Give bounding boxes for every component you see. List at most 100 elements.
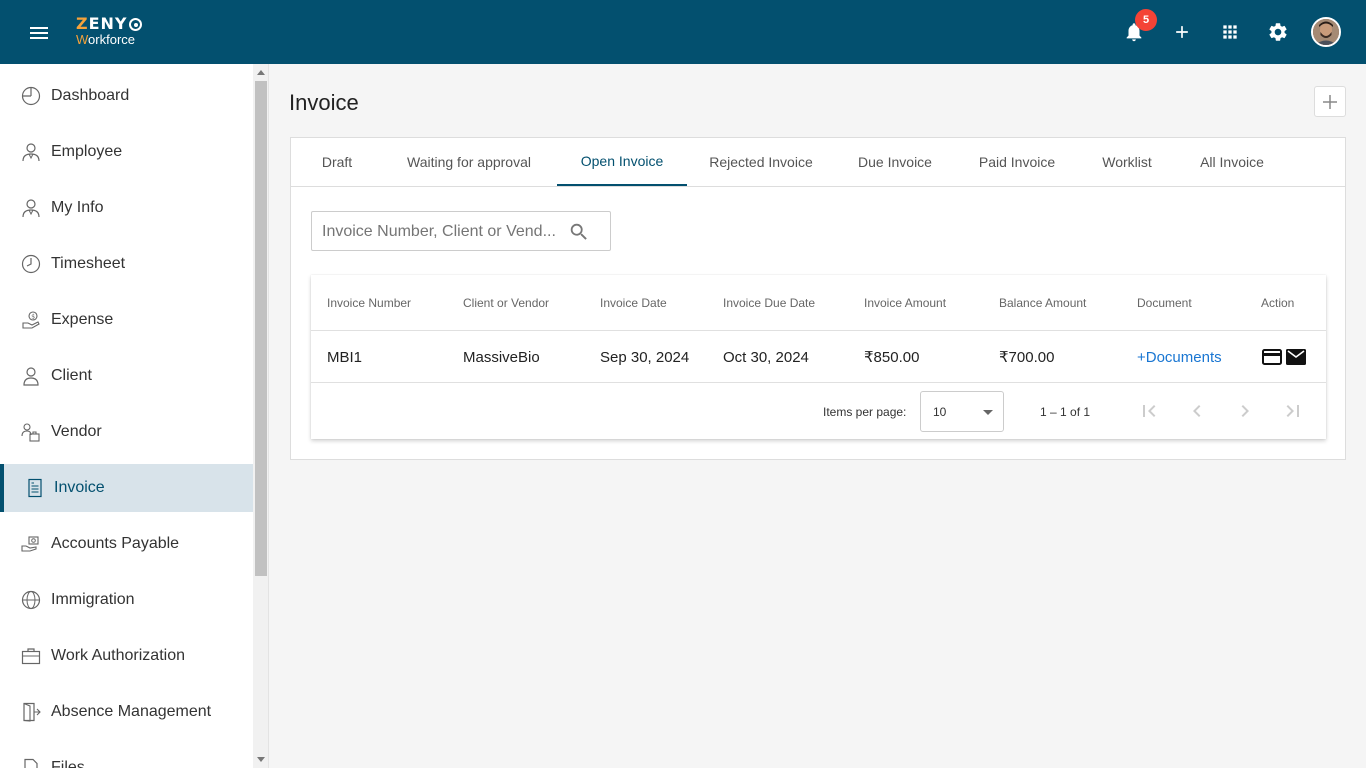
last-page-icon[interactable] (1281, 399, 1305, 423)
expense-icon: $ (22, 311, 40, 329)
table-row[interactable]: MBI1 MassiveBio Sep 30, 2024 Oct 30, 202… (311, 331, 1326, 383)
tab-worklist[interactable]: Worklist (1095, 138, 1159, 186)
sidebar-item-label: Employee (51, 143, 123, 160)
my-info-icon (22, 199, 40, 218)
sidebar-nav: Dashboard Employee My Info Timesheet $ E… (0, 64, 253, 768)
sidebar-item-label: Work Authorization (51, 647, 185, 664)
briefcase-icon (21, 648, 41, 665)
sidebar-item-client[interactable]: Client (0, 352, 253, 400)
sidebar-item-immigration[interactable]: Immigration (0, 576, 253, 624)
cell-invoice-date: Sep 30, 2024 (600, 348, 690, 366)
svg-text:$: $ (31, 314, 35, 321)
col-invoice-due-date[interactable]: Invoice Due Date (723, 275, 815, 331)
page-title: Invoice (289, 90, 359, 115)
top-app-bar: Z ENY Workforce 5 (0, 0, 1366, 64)
cell-client: MassiveBio (463, 348, 540, 366)
person-icon (23, 367, 39, 386)
first-page-icon[interactable] (1137, 399, 1161, 423)
tab-waiting-for-approval[interactable]: Waiting for approval (397, 138, 541, 186)
sidebar-item-vendor[interactable]: Vendor (0, 408, 253, 456)
sidebar-item-work-authorization[interactable]: Work Authorization (0, 632, 253, 680)
sidebar-item-label: Dashboard (51, 87, 130, 104)
search-icon[interactable] (568, 221, 590, 243)
sidebar-item-files[interactable]: Files (0, 744, 253, 768)
logo[interactable]: Z ENY Workforce (76, 16, 142, 46)
sidebar-item-my-info[interactable]: My Info (0, 184, 253, 232)
invoice-tabs: Draft Waiting for approval Open Invoice … (291, 138, 1345, 187)
sidebar-item-label: Files (51, 759, 85, 768)
dropdown-arrow-icon (983, 410, 993, 415)
search-box (311, 211, 611, 251)
tab-open-invoice[interactable]: Open Invoice (557, 138, 687, 186)
table-header-row: Invoice Number Client or Vendor Invoice … (311, 275, 1326, 331)
col-balance-amount[interactable]: Balance Amount (999, 275, 1086, 331)
tab-rejected-invoice[interactable]: Rejected Invoice (703, 138, 819, 186)
sidebar-item-label: Immigration (51, 591, 135, 608)
sidebar-scroll-thumb[interactable] (255, 81, 267, 576)
documents-link[interactable]: +Documents (1137, 331, 1222, 383)
col-document: Document (1137, 296, 1192, 310)
col-invoice-number[interactable]: Invoice Number (327, 275, 411, 331)
page-range-label: 1 – 1 of 1 (1040, 405, 1091, 419)
items-per-page-label: Items per page: (823, 405, 907, 419)
sidebar-item-label: Invoice (54, 479, 105, 496)
paginator: Items per page: 10 1 – 1 of 1 (311, 383, 1326, 439)
dashboard-icon (21, 86, 41, 106)
items-per-page-value: 10 (933, 405, 947, 419)
sidebar-item-dashboard[interactable]: Dashboard (0, 72, 253, 120)
employee-icon (22, 143, 40, 162)
sidebar-item-absence-management[interactable]: Absence Management (0, 688, 253, 736)
sidebar-item-label: Accounts Payable (51, 535, 180, 552)
logo-text: ENY (88, 14, 128, 33)
globe-icon (21, 590, 41, 610)
exit-door-icon (23, 702, 41, 722)
next-page-icon[interactable] (1233, 399, 1257, 423)
sidebar-item-label: Expense (51, 311, 114, 328)
tab-draft[interactable]: Draft (311, 138, 363, 186)
notification-badge: 5 (1135, 9, 1157, 31)
cell-invoice-number: MBI1 (327, 348, 363, 366)
sidebar-item-label: Vendor (51, 423, 102, 440)
sidebar-item-label: Timesheet (51, 255, 126, 272)
apps-grid-icon[interactable] (1218, 20, 1242, 44)
sidebar-item-employee[interactable]: Employee (0, 128, 253, 176)
plus-icon (1323, 94, 1337, 109)
cell-balance: ₹700.00 (999, 349, 1055, 366)
sidebar-item-label: My Info (51, 199, 104, 216)
sidebar-item-timesheet[interactable]: Timesheet (0, 240, 253, 288)
menu-icon[interactable] (28, 22, 52, 42)
previous-page-icon[interactable] (1185, 399, 1209, 423)
sidebar-item-label: Absence Management (51, 703, 212, 720)
tab-all-invoice[interactable]: All Invoice (1193, 138, 1271, 186)
vendor-icon (21, 423, 40, 442)
clock-icon (21, 254, 41, 274)
cell-due-date: Oct 30, 2024 (723, 348, 809, 366)
sidebar-item-invoice[interactable]: Invoice (0, 464, 253, 512)
col-invoice-amount[interactable]: Invoice Amount (864, 275, 946, 331)
file-icon (24, 758, 38, 768)
scroll-down-arrow-icon[interactable] (257, 757, 265, 762)
logo-eye-icon (128, 17, 142, 31)
tab-paid-invoice[interactable]: Paid Invoice (971, 138, 1063, 186)
col-action: Action (1261, 296, 1295, 310)
search-input[interactable] (322, 221, 562, 243)
tab-due-invoice[interactable]: Due Invoice (851, 138, 939, 186)
sidebar-item-label: Client (51, 367, 92, 384)
email-icon[interactable] (1286, 349, 1306, 365)
invoice-icon (28, 478, 42, 498)
items-per-page-select[interactable]: 10 (920, 391, 1004, 432)
invoice-table: Invoice Number Client or Vendor Invoice … (311, 275, 1326, 439)
scroll-up-arrow-icon[interactable] (257, 70, 265, 75)
col-invoice-date[interactable]: Invoice Date (600, 275, 667, 331)
hand-money-icon (21, 536, 39, 552)
settings-gear-icon[interactable] (1266, 20, 1290, 44)
user-avatar[interactable] (1311, 17, 1341, 47)
col-client-or-vendor[interactable]: Client or Vendor (463, 275, 549, 331)
sidebar-item-expense[interactable]: $ Expense (0, 296, 253, 344)
invoice-card: Draft Waiting for approval Open Invoice … (290, 137, 1346, 460)
cell-amount: ₹850.00 (864, 349, 920, 366)
add-icon[interactable] (1170, 20, 1194, 44)
add-invoice-button[interactable] (1314, 86, 1346, 117)
payment-card-icon[interactable] (1262, 349, 1282, 365)
sidebar-item-accounts-payable[interactable]: Accounts Payable (0, 520, 253, 568)
